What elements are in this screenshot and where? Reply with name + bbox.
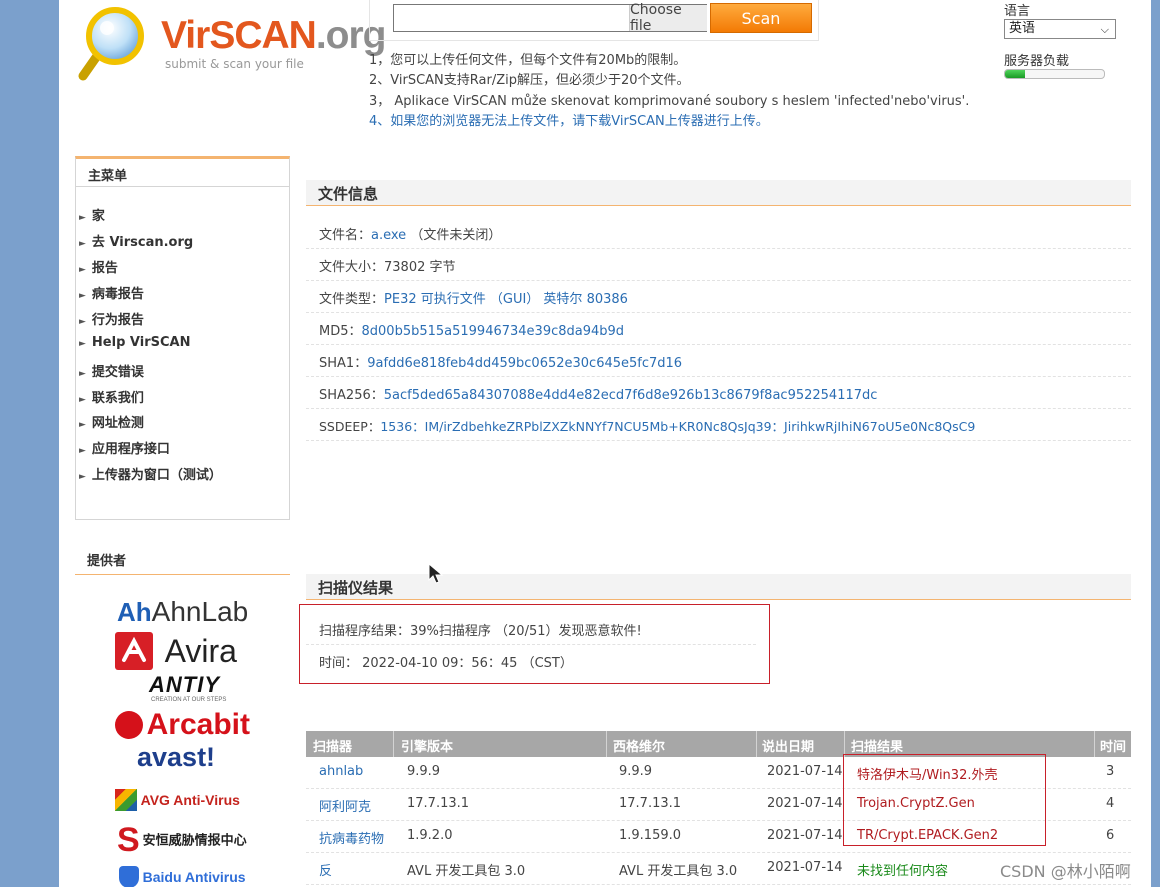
server-load-bar <box>1004 69 1105 79</box>
file-name-row: 文件名：a.exe （文件未关闭） <box>306 217 1131 249</box>
tagline: submit & scan your file <box>165 57 304 71</box>
signature-version: AVL 开发工具包 3.0 <box>619 864 738 879</box>
sha256-row: SHA256：5acf5ded65a84307088e4dd4e82ecd7f6… <box>306 377 1131 409</box>
update-date: 2021-07-14 <box>767 828 843 843</box>
col-engine-version[interactable]: 引擎版本 <box>401 736 453 755</box>
avira-logo[interactable]: Avira <box>115 632 237 670</box>
engine-version: 17.7.13.1 <box>407 796 470 811</box>
magnifier-icon <box>78 7 144 81</box>
file-name-link[interactable]: a.exe <box>371 228 406 243</box>
avira-umbrella-icon <box>122 636 146 662</box>
chevron-right-icon: ► <box>79 317 86 327</box>
signature-version: 1.9.159.0 <box>619 828 682 843</box>
choose-file-button[interactable]: Choose file <box>629 2 707 34</box>
results-highlight-box <box>843 754 1046 846</box>
upload-notice-3: 3， Aplikace VirSCAN může skenovat kompri… <box>369 94 970 109</box>
file-type-row: 文件类型：PE32 可执行文件 （GUI） 英特尔 80386 <box>306 281 1131 313</box>
col-result[interactable]: 扫描结果 <box>851 736 903 755</box>
providers-title: 提供者 <box>87 554 127 569</box>
scan-time-value: 3 <box>1106 764 1115 779</box>
avg-icon <box>115 789 137 811</box>
ahnlab-logo[interactable]: AhAhnLab <box>117 598 248 626</box>
biohazard-icon <box>115 711 143 739</box>
ssdeep-row: SSDEEP：1536：IM/irZdbehkeZRPblZXZkNNYf7NC… <box>306 409 1131 441</box>
engine-link[interactable]: 抗病毒药物 <box>319 828 384 847</box>
page: VirSCAN.org submit & scan your file Choo… <box>59 0 1151 887</box>
file-info-title: 文件信息 <box>306 180 1131 206</box>
menu-item-virscan[interactable]: ► 去 Virscan.org <box>79 231 193 250</box>
menu-item-reports[interactable]: ► 报告 <box>79 257 118 276</box>
menu-item-submit-bug[interactable]: ► 提交错误 <box>79 361 144 380</box>
brand-name: VirSCAN.org <box>161 14 386 57</box>
chevron-right-icon: ► <box>79 339 86 349</box>
chevron-right-icon: ► <box>79 239 86 249</box>
uploader-download-link[interactable]: 4、如果您的浏览器无法上传文件，请下载VirSCAN上传器进行上传。 <box>369 110 769 129</box>
engine-version: 1.9.2.0 <box>407 828 453 843</box>
signature-version: 9.9.9 <box>619 764 653 779</box>
menu-item-url-check[interactable]: ► 网址检测 <box>79 412 144 431</box>
menu-item-api[interactable]: ► 应用程序接口 <box>79 438 170 457</box>
menu-item-home[interactable]: ► 家 <box>79 205 105 224</box>
update-date: 2021-07-14 <box>767 796 843 811</box>
signature-version: 17.7.13.1 <box>619 796 682 811</box>
scan-button[interactable]: Scan <box>710 3 812 33</box>
upload-notice-1: 1，您可以上传任何文件，但每个文件有20Mb的限制。 <box>369 53 687 68</box>
server-load-label: 服务器负载 <box>1004 54 1070 69</box>
sha1-row: SHA1：9afdd6e818feb4dd459bc0652e30c645e5f… <box>306 345 1131 377</box>
chevron-right-icon: ► <box>79 213 86 223</box>
avast-logo[interactable]: avast! <box>137 744 215 771</box>
chevron-right-icon: ► <box>79 472 86 482</box>
antiy-logo[interactable]: ANTIY CREATION AT OUR STEPS <box>135 674 226 704</box>
csdn-watermark: CSDN @林小陌啊 <box>1000 862 1131 881</box>
sha256-link[interactable]: 5acf5ded65a84307088e4dd4e82ecd7f6d8e926b… <box>384 388 878 403</box>
update-date: 2021-07-14 <box>767 764 843 779</box>
engine-link[interactable]: 阿利阿克 <box>319 796 371 815</box>
chevron-right-icon: ► <box>79 395 86 405</box>
engine-link[interactable]: ahnlab <box>319 764 363 779</box>
scan-time-value: 6 <box>1106 828 1115 843</box>
scan-result: 未找到任何内容 <box>857 864 949 879</box>
col-signature[interactable]: 西格维尔 <box>613 736 665 755</box>
menu-item-contact[interactable]: ► 联系我们 <box>79 387 144 406</box>
menu-item-uploader[interactable]: ► 上传器为窗口（测试） <box>79 464 222 483</box>
language-label: 语言 <box>1004 4 1031 19</box>
menu-item-help[interactable]: ► Help VirSCAN <box>79 335 190 350</box>
col-scanner[interactable]: 扫描器 <box>313 736 352 755</box>
baidu-antivirus-logo[interactable]: Baidu Antivirus <box>119 866 246 887</box>
sha1-link[interactable]: 9afdd6e818feb4dd459bc0652e30c645e5fc7d16 <box>367 356 682 371</box>
chevron-right-icon: ► <box>79 446 86 456</box>
language-select[interactable]: 英语 ⌵ <box>1004 19 1116 39</box>
menu-item-virus-reports[interactable]: ► 病毒报告 <box>79 283 144 302</box>
providers-divider <box>75 574 290 575</box>
chevron-right-icon: ► <box>79 369 86 379</box>
file-size-row: 文件大小：73802 字节 <box>306 249 1131 281</box>
chevron-right-icon: ► <box>79 291 86 301</box>
engine-version: AVL 开发工具包 3.0 <box>407 864 526 879</box>
col-date[interactable]: 说出日期 <box>762 736 814 755</box>
server-load-fill <box>1005 70 1025 78</box>
upload-notice-2: 2、VirSCAN支持Rar/Zip解压，但必须少于20个文件。 <box>369 73 690 88</box>
summary-highlight-box <box>299 604 770 684</box>
virscan-logo[interactable]: VirSCAN.org submit & scan your file <box>77 4 386 84</box>
chevron-right-icon: ► <box>79 265 86 275</box>
engine-version: 9.9.9 <box>407 764 441 779</box>
ssdeep-link[interactable]: 1536：IM/irZdbehkeZRPblZXZkNNYf7NCU5Mb+KR… <box>380 419 975 434</box>
avg-logo[interactable]: AVG Anti-Virus <box>115 789 240 811</box>
chevron-down-icon: ⌵ <box>1100 23 1109 36</box>
mouse-cursor-icon <box>428 563 444 584</box>
md5-row: MD5：8d00b5b515a519946734e39c8da94b9d <box>306 313 1131 345</box>
arcabit-logo[interactable]: Arcabit <box>115 710 250 740</box>
main-menu-title: 主菜单 <box>76 159 289 187</box>
engine-link[interactable]: 反 <box>319 860 332 879</box>
scan-time-value: 4 <box>1106 796 1115 811</box>
chevron-right-icon: ► <box>79 420 86 430</box>
anheng-logo[interactable]: S 安恒威胁情报中心 <box>117 822 247 858</box>
md5-link[interactable]: 8d00b5b515a519946734e39c8da94b9d <box>362 324 625 339</box>
menu-item-behavior-reports[interactable]: ► 行为报告 <box>79 309 144 328</box>
update-date: 2021-07-14 <box>767 860 843 875</box>
shield-icon <box>119 866 139 887</box>
col-time[interactable]: 时间 <box>1100 736 1126 755</box>
